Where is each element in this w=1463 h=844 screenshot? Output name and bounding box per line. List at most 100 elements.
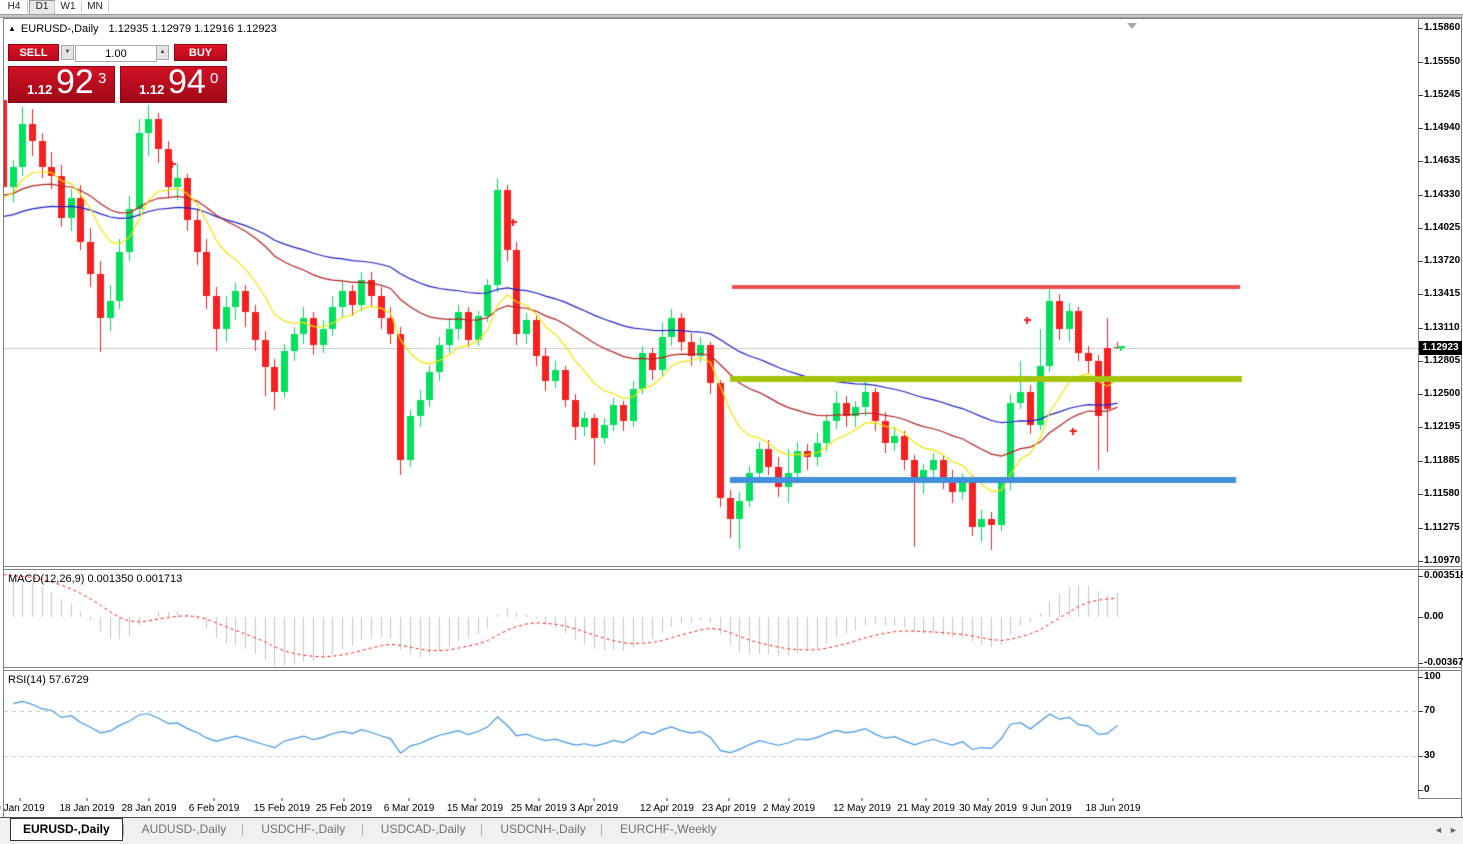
time-axis-tick: [789, 798, 790, 801]
macd-axis-label: -0.00367: [1424, 657, 1463, 668]
buy-price-prefix: 1.12: [139, 82, 164, 97]
price-axis-label: 1.11580: [1424, 488, 1460, 499]
time-axis-label: 21 May 2019: [897, 803, 955, 814]
time-axis-label: 18 Jun 2019: [1085, 803, 1140, 814]
toolbar-separator: [27, 1, 28, 13]
volume-input[interactable]: [75, 45, 157, 62]
chart-tab-audusd-daily[interactable]: AUDUSD-,Daily: [130, 820, 239, 839]
tab-scroll-left-icon[interactable]: ◄: [1434, 825, 1443, 835]
chart-tab-usdchf-daily[interactable]: USDCHF-,Daily: [249, 820, 357, 839]
chart-tab-eurchf-weekly[interactable]: EURCHF-,Weekly: [608, 820, 728, 839]
tab-scroll-right-icon[interactable]: ►: [1449, 825, 1458, 835]
buy-price-sup: 0: [210, 70, 218, 87]
price-axis-label: 1.13415: [1424, 288, 1460, 299]
sell-price-panel[interactable]: 1.12 92 3: [8, 66, 115, 103]
frame-right: [1461, 18, 1462, 817]
current-price-tag: 1.12923: [1419, 341, 1462, 355]
rsi-axis-label: 70: [1424, 705, 1435, 716]
price-axis-label: 1.13110: [1424, 322, 1460, 333]
time-axis-tick: [214, 798, 215, 801]
macd-axis-label: 0.003518: [1424, 570, 1463, 581]
price-axis-label: 1.10970: [1424, 555, 1460, 566]
time-axis-tick: [409, 798, 410, 801]
timeframe-button-mn[interactable]: MN: [83, 0, 107, 14]
time-axis-tick: [926, 798, 927, 801]
time-axis-label: 15 Mar 2019: [447, 803, 503, 814]
toolbar-separator: [108, 1, 109, 13]
rsi-axis-label: 100: [1424, 671, 1441, 682]
time-axis-tick: [862, 798, 863, 801]
time-axis-label: 15 Feb 2019: [254, 803, 310, 814]
buy-price-big: 94: [168, 63, 206, 102]
time-axis-label: 30 May 2019: [959, 803, 1017, 814]
time-axis-tick: [988, 798, 989, 801]
time-axis-label: 12 Apr 2019: [640, 803, 694, 814]
time-axis-tick: [20, 798, 21, 801]
price-axis-label: 1.11885: [1424, 455, 1460, 466]
sell-price-sup: 3: [98, 70, 106, 87]
tab-separator: [242, 824, 243, 836]
splitter-price-macd[interactable]: [3, 566, 1461, 567]
tab-separator: [123, 824, 124, 836]
tab-separator: [362, 824, 363, 836]
time-axis-tick: [594, 798, 595, 801]
time-axis-label: 6 Feb 2019: [189, 803, 240, 814]
time-axis-tick: [1047, 798, 1048, 801]
time-axis-label: 3 Apr 2019: [570, 803, 618, 814]
chart-tab-eurusd-daily[interactable]: EURUSD-,Daily: [10, 818, 123, 841]
volume-increase-button[interactable]: ▲: [156, 45, 169, 60]
sell-price-big: 92: [56, 63, 94, 102]
rsi-title: RSI(14) 57.6729: [8, 674, 89, 686]
chart-tab-usdcnh-daily[interactable]: USDCNH-,Daily: [488, 820, 597, 839]
price-axis-label: 1.11275: [1424, 522, 1460, 533]
time-axis[interactable]: 9 Jan 201918 Jan 201928 Jan 20196 Feb 20…: [4, 798, 1418, 817]
tab-separator: [601, 824, 602, 836]
chart-ohlc-values: 1.12935 1.12979 1.12916 1.12923: [109, 23, 277, 35]
collapse-trade-panel-icon[interactable]: ▲: [8, 24, 16, 33]
chart-tab-usdcad-daily[interactable]: USDCAD-,Daily: [369, 820, 478, 839]
time-axis-label: 28 Jan 2019: [121, 803, 176, 814]
trading-terminal: H4 D1 W1 MN ▲ EURUSD-,Daily 1.12935 1.1297…: [0, 0, 1463, 844]
price-axis-label: 1.14940: [1424, 122, 1460, 133]
price-axis-label: 1.14635: [1424, 155, 1460, 166]
timeframe-button-h4[interactable]: H4: [2, 0, 26, 14]
sell-button[interactable]: SELL: [8, 44, 59, 61]
splitter-macd-rsi[interactable]: [3, 667, 1461, 668]
time-axis-label: 9 Jun 2019: [1022, 803, 1072, 814]
time-axis-tick: [149, 798, 150, 801]
one-click-trading-widget: SELL ▼ ▲ BUY 1.12 92 3 1.12 94 0: [8, 44, 227, 103]
macd-indicator-canvas[interactable]: [4, 570, 1418, 667]
time-axis-label: 25 Mar 2019: [511, 803, 567, 814]
time-axis-label: 12 May 2019: [833, 803, 891, 814]
price-axis-label: 1.15245: [1424, 89, 1460, 100]
time-axis-label: 23 Apr 2019: [702, 803, 756, 814]
volume-decrease-button[interactable]: ▼: [61, 45, 74, 60]
price-axis-border: [1418, 18, 1419, 798]
macd-title: MACD(12,26,9) 0.001350 0.001713: [8, 573, 182, 585]
time-axis-tick: [475, 798, 476, 801]
price-axis-label: 1.15550: [1424, 56, 1460, 67]
time-axis-tick: [729, 798, 730, 801]
price-axis-label: 1.12805: [1424, 355, 1460, 366]
chart-tab-bar: ◄ ► EURUSD-,Daily AUDUSD-,Daily USDCHF-,Da…: [0, 817, 1463, 844]
price-axis-label: 1.14025: [1424, 222, 1460, 233]
tab-separator: [481, 824, 482, 836]
timeframe-button-w1[interactable]: W1: [56, 0, 80, 14]
buy-price-panel[interactable]: 1.12 94 0: [120, 66, 227, 103]
timeframe-toolbar: H4 D1 W1 MN: [0, 0, 1463, 14]
time-axis-label: 18 Jan 2019: [59, 803, 114, 814]
price-axis-label: 1.13720: [1424, 255, 1460, 266]
rsi-axis-label: 0: [1424, 784, 1430, 795]
price-axis-label: 1.14330: [1424, 189, 1460, 200]
price-axis-label: 1.12500: [1424, 388, 1460, 399]
time-axis-tick: [344, 798, 345, 801]
chart-symbol-label: EURUSD-,Daily: [21, 23, 99, 35]
time-axis-tick: [1113, 798, 1114, 801]
time-axis-label: 9 Jan 2019: [0, 803, 45, 814]
chart-title: ▲ EURUSD-,Daily 1.12935 1.12979 1.12916 1.…: [8, 23, 277, 35]
rsi-indicator-canvas[interactable]: [4, 671, 1418, 798]
time-axis-tick: [539, 798, 540, 801]
buy-button[interactable]: BUY: [174, 44, 227, 61]
sell-price-prefix: 1.12: [27, 82, 52, 97]
chart-shift-marker-icon[interactable]: [1127, 23, 1137, 29]
